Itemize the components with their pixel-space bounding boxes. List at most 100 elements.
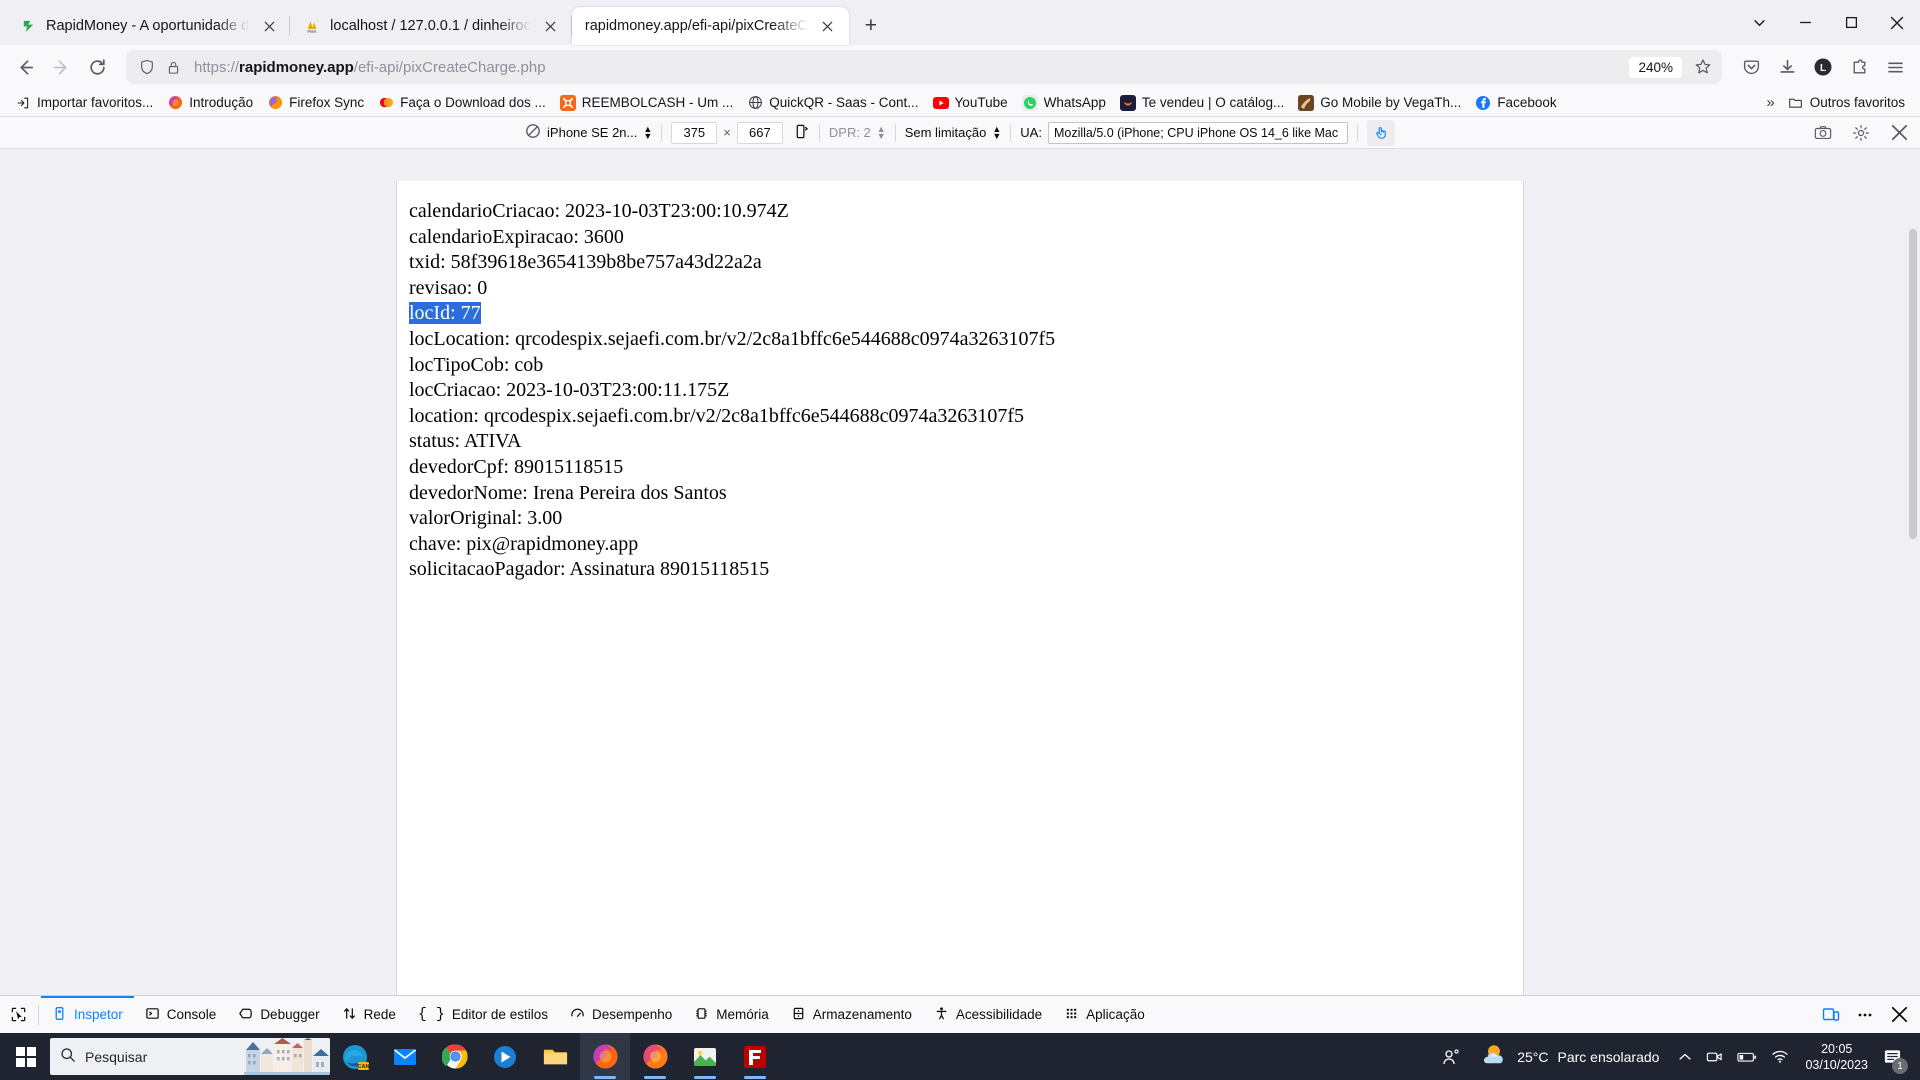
viewport-height-input[interactable]: 667 [736, 121, 783, 144]
bookmark-firefox-sync[interactable]: Firefox Sync [260, 92, 371, 114]
filezilla-icon[interactable] [730, 1033, 780, 1080]
bookmark-import-favorites[interactable]: Importar favoritos... [8, 92, 160, 114]
windows-taskbar: Pesquisar CAN 25°C Parc ensolarado 20:05… [0, 1033, 1920, 1080]
devtools-tab-acessibilidade[interactable]: Acessibilidade [923, 996, 1053, 1034]
output-line: devedorCpf: 89015118515 [409, 455, 624, 478]
chevron-updown-icon[interactable]: ▲ ▼ [877, 124, 886, 141]
people-share-icon[interactable] [1434, 1033, 1468, 1080]
file-explorer-icon[interactable] [530, 1033, 580, 1080]
tab-close-icon[interactable] [817, 15, 839, 37]
output-line: devedorNome: Irena Pereira dos Santos [409, 481, 727, 504]
forward-button[interactable] [44, 50, 78, 84]
wifi-icon[interactable] [1764, 1033, 1796, 1080]
microsoft-edge-icon[interactable]: CAN [330, 1033, 380, 1080]
taskbar-clock[interactable]: 20:05 03/10/2023 [1796, 1041, 1877, 1073]
element-picker-icon[interactable] [0, 996, 36, 1034]
tab-close-icon[interactable] [540, 15, 562, 37]
photos-icon[interactable] [680, 1033, 730, 1080]
dpr-selector[interactable]: DPR: 2 ▲ ▼ [820, 120, 895, 146]
accessibility-icon [934, 1006, 949, 1024]
shield-icon[interactable] [136, 59, 158, 75]
devtools-tab-aplicacao[interactable]: Aplicação [1053, 996, 1156, 1034]
back-button[interactable] [8, 50, 42, 84]
extensions-icon[interactable] [1842, 50, 1876, 84]
close-window-button[interactable] [1874, 0, 1920, 45]
clock-time: 20:05 [1821, 1041, 1853, 1056]
camera-icon[interactable] [1810, 120, 1836, 146]
movies-tv-icon[interactable] [480, 1033, 530, 1080]
viewport-width-input[interactable]: 375 [671, 121, 718, 144]
devtools-tab-inspetor[interactable]: Inspetor [41, 995, 134, 1034]
tevendeu-icon [1119, 94, 1136, 111]
lock-icon[interactable] [162, 60, 184, 75]
chevron-updown-icon[interactable]: ▲ ▼ [643, 124, 652, 141]
app-menu-icon[interactable] [1878, 50, 1912, 84]
bookmark-other-favorites[interactable]: Outros favoritos [1781, 92, 1912, 114]
rotate-device-icon[interactable] [793, 123, 810, 143]
clock-date: 03/10/2023 [1805, 1057, 1868, 1072]
star-icon[interactable] [1690, 58, 1716, 76]
chevron-up-icon[interactable] [1671, 1033, 1699, 1080]
touch-pointer-icon[interactable] [1366, 119, 1395, 146]
bookmark-label: Te vendeu | O catálog... [1141, 95, 1285, 110]
bookmark-introducao[interactable]: Introdução [160, 92, 260, 114]
devtools-close-icon[interactable] [1884, 1000, 1914, 1030]
avatar[interactable]: L [1806, 50, 1840, 84]
devtools-meatball-menu-icon[interactable] [1850, 1000, 1880, 1030]
bookmark-go-mobile[interactable]: Go Mobile by VegaTh... [1291, 92, 1468, 114]
downloads-icon[interactable] [1770, 50, 1804, 84]
bookmark-youtube[interactable]: YouTube [926, 92, 1015, 114]
window-scrollbar[interactable] [1906, 149, 1920, 995]
devtools-tab-console[interactable]: Console [134, 996, 228, 1034]
chevron-updown-icon[interactable]: ▲ ▼ [992, 124, 1001, 141]
reload-button[interactable] [80, 50, 114, 84]
search-input[interactable]: Pesquisar [50, 1038, 330, 1075]
devtools-tab-memoria[interactable]: Memória [683, 996, 780, 1034]
devtools-tab-desempenho[interactable]: Desempenho [559, 996, 683, 1034]
bookmark-facebook[interactable]: Facebook [1468, 92, 1563, 114]
tab-close-icon[interactable] [258, 15, 280, 37]
devtools-tab-editor-de-estilos[interactable]: { } Editor de estilos [407, 996, 559, 1034]
list-all-tabs-button[interactable] [1736, 0, 1782, 45]
devtools-tab-label: Debugger [260, 1007, 320, 1022]
user-agent-input[interactable]: Mozilla/5.0 (iPhone; CPU iPhone OS 14_6 … [1047, 121, 1348, 144]
mail-icon[interactable] [380, 1033, 430, 1080]
output-line: solicitacaoPagador: Assinatura 890151185… [409, 558, 770, 581]
devtools-tab-label: Editor de estilos [451, 1007, 548, 1022]
devtools-tab-debugger[interactable]: Debugger [227, 996, 330, 1034]
battery-icon[interactable] [1730, 1033, 1764, 1080]
camera-tray-icon[interactable] [1699, 1033, 1730, 1080]
browser-tab[interactable]: PMA localhost / 127.0.0.1 / dinheiroc [290, 7, 572, 45]
bookmark-faca-download[interactable]: Faça o Download dos ... [371, 92, 553, 114]
bookmark-reembolcash[interactable]: REEMBOLCASH - Um ... [553, 92, 741, 114]
bookmark-whatsapp[interactable]: WhatsApp [1015, 92, 1113, 114]
url-bar[interactable]: https://rapidmoney.app/efi-api/pixCreate… [126, 50, 1722, 84]
new-tab-button[interactable]: + [855, 10, 887, 42]
bookmark-quickqr[interactable]: QuickQR - Saas - Cont... [740, 92, 925, 114]
notification-icon[interactable]: 1 [1877, 1033, 1912, 1080]
firefox-dev-icon[interactable] [630, 1033, 680, 1080]
weather-widget[interactable]: 25°C Parc ensolarado [1468, 1043, 1671, 1070]
pocket-icon[interactable] [1734, 50, 1768, 84]
maximize-button[interactable] [1828, 0, 1874, 45]
devtools-tab-rede[interactable]: Rede [331, 996, 407, 1034]
google-chrome-icon[interactable] [430, 1033, 480, 1080]
url-text[interactable]: https://rapidmoney.app/efi-api/pixCreate… [188, 59, 1625, 76]
bookmark-te-vendeu[interactable]: Te vendeu | O catálog... [1113, 92, 1291, 114]
close-icon[interactable] [1886, 120, 1912, 146]
browser-tab-active[interactable]: rapidmoney.app/efi-api/pixCreateC [571, 7, 849, 45]
weather-condition: Parc ensolarado [1557, 1048, 1660, 1065]
browser-tab[interactable]: RapidMoney - A oportunidade d [6, 7, 291, 45]
windows-start-icon[interactable] [2, 1033, 50, 1080]
scrollbar-thumb[interactable] [1909, 229, 1917, 539]
zoom-level-badge[interactable]: 240% [1629, 56, 1682, 78]
firefox-icon[interactable] [580, 1033, 630, 1080]
dpr-label: DPR: 2 [828, 125, 871, 140]
device-selector[interactable]: iPhone SE 2n... ▲ ▼ [516, 120, 661, 146]
bookmarks-overflow-icon[interactable]: » [1760, 94, 1780, 111]
throttling-selector[interactable]: Sem limitação ▲ ▼ [896, 120, 1011, 146]
gear-icon[interactable] [1848, 120, 1874, 146]
responsive-design-mode-icon[interactable] [1816, 1000, 1846, 1030]
devtools-tab-armazenamento[interactable]: Armazenamento [780, 996, 923, 1034]
minimize-button[interactable] [1782, 0, 1828, 45]
